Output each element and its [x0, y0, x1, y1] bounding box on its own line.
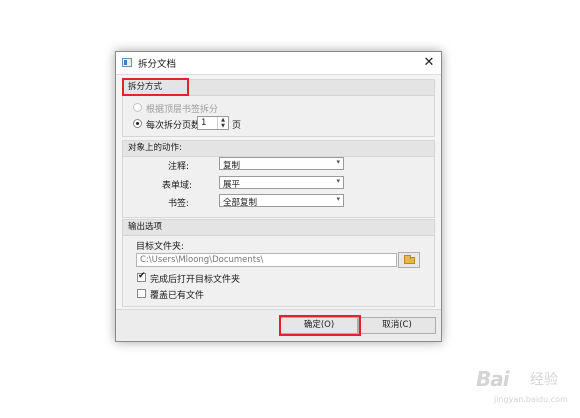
object-actions-title: 对象上的动作: — [123, 141, 434, 157]
pages-per-split-stepper[interactable]: 1 ▲ ▼ — [197, 116, 229, 130]
radio-split-by-bookmark[interactable] — [133, 103, 142, 112]
form-fields-label: 表单域: — [162, 181, 193, 191]
highlight-ok-button — [279, 315, 361, 336]
split-by-pages-label: 每次拆分页数 — [146, 121, 201, 131]
bookmarks-select[interactable]: 全部复制 ▾ — [219, 194, 344, 208]
watermark-brand: Bai — [476, 367, 510, 391]
browse-folder-button[interactable] — [398, 252, 420, 268]
form-fields-value: 展平 — [223, 180, 241, 190]
bookmarks-value: 全部复制 — [223, 198, 258, 208]
chevron-down-icon: ▾ — [336, 177, 340, 185]
annotations-value: 复制 — [223, 161, 241, 171]
check-icon: ✔ — [138, 271, 146, 281]
spin-arrows-icon[interactable]: ▲ ▼ — [217, 117, 228, 129]
watermark-url: jingyan.baidu.com — [494, 395, 568, 404]
output-options-title: 输出选项 — [123, 220, 434, 236]
form-fields-select[interactable]: 展平 ▾ — [219, 176, 344, 190]
open-after-label: 完成后打开目标文件夹 — [150, 275, 241, 285]
bookmarks-label: 书签: — [168, 199, 190, 209]
target-folder-path: C:\Users\Mloong\Documents\ — [140, 255, 264, 265]
chevron-down-icon: ▾ — [336, 158, 340, 166]
dialog-title: 拆分文档 — [138, 59, 177, 70]
cancel-button[interactable]: 取消(C) — [358, 317, 436, 334]
annotations-label: 注释: — [168, 162, 190, 172]
target-folder-label: 目标文件夹: — [136, 242, 185, 252]
app-icon — [122, 58, 132, 67]
open-after-checkbox[interactable]: ✔ — [137, 271, 146, 282]
pages-unit-label: 页 — [232, 121, 242, 131]
chevron-down-icon: ▾ — [336, 195, 340, 203]
close-icon[interactable]: ✕ — [421, 54, 437, 71]
title-bar: 拆分文档 ✕ — [116, 52, 441, 75]
overwrite-checkbox[interactable] — [137, 289, 146, 298]
target-folder-input[interactable]: C:\Users\Mloong\Documents\ — [136, 253, 397, 267]
folder-icon — [404, 255, 415, 264]
highlight-split-method — [122, 78, 189, 96]
baidu-jingyan-watermark: Bai 经验 jingyan.baidu.com — [470, 365, 580, 413]
split-by-bookmark-label: 根据顶层书签拆分 — [146, 105, 219, 115]
watermark-brand-suffix: 经验 — [530, 372, 558, 388]
pages-per-split-value: 1 — [201, 118, 207, 128]
overwrite-label: 覆盖已有文件 — [150, 291, 205, 301]
annotations-select[interactable]: 复制 ▾ — [219, 157, 344, 171]
radio-split-by-pages[interactable] — [133, 119, 142, 128]
